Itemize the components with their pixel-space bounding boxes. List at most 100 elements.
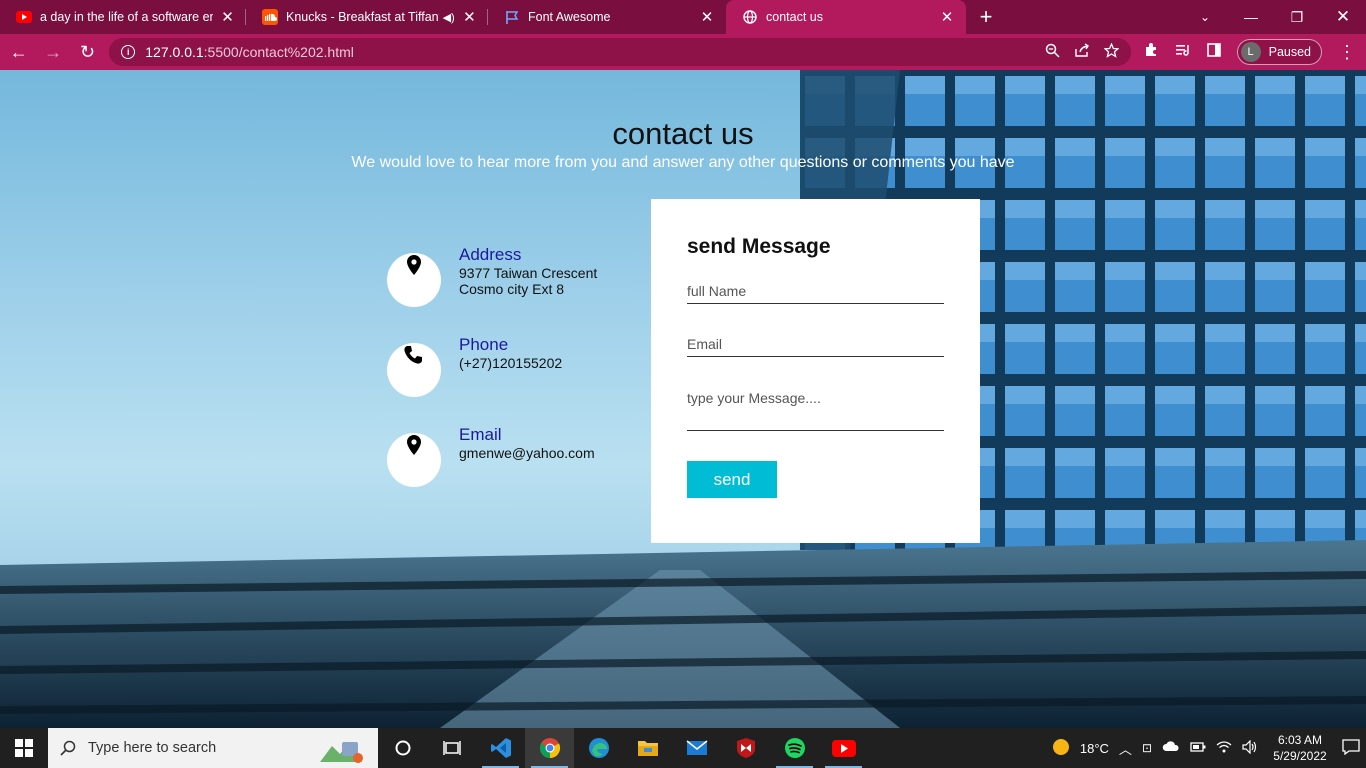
address-line-2: Cosmo city Ext 8 (459, 281, 565, 297)
tab-soundcloud[interactable]: Knucks - Breakfast at Tiffany ◀) ✕ (246, 0, 488, 34)
forward-button[interactable]: → (37, 36, 68, 68)
search-highlight-icon (320, 742, 363, 763)
system-tray: 18°C ︿ ⊡ 6:03 AM 5/29/2022 (1052, 728, 1366, 768)
browser-toolbar: ← → ↻ i 127.0.0.1:5500/contact%202.html (0, 34, 1366, 70)
file-explorer-icon[interactable] (623, 728, 672, 768)
soundcloud-icon (262, 9, 278, 25)
phone-value: (+27)120155202 (459, 355, 563, 371)
close-window-button[interactable]: ✕ (1320, 0, 1366, 34)
spotify-icon[interactable] (770, 728, 819, 768)
phone-label: Phone (459, 335, 509, 354)
address-label: Address (459, 245, 522, 264)
clock[interactable]: 6:03 AM 5/29/2022 (1268, 732, 1332, 764)
volume-icon[interactable] (1242, 739, 1258, 757)
clock-date: 5/29/2022 (1273, 749, 1327, 763)
globe-icon (742, 9, 758, 25)
tab-title: Knucks - Breakfast at Tiffany (286, 10, 439, 24)
windows-taskbar: Type here to search 18°C ︿ ⊡ 6:03 AM 5/2… (0, 728, 1366, 768)
contact-email: Email gmenwe@yahoo.com (387, 425, 595, 487)
address-icon-circle (387, 253, 441, 307)
share-icon[interactable] (1074, 43, 1090, 61)
email-label: Email (459, 425, 502, 444)
email-value: gmenwe@yahoo.com (459, 445, 595, 461)
mcafee-icon[interactable] (721, 728, 770, 768)
minimize-button[interactable]: — (1228, 0, 1274, 34)
flag-icon (504, 9, 520, 25)
phone-icon-circle (387, 343, 441, 397)
zoom-icon[interactable] (1045, 43, 1060, 61)
restore-button[interactable]: ❐ (1274, 0, 1320, 34)
edge-icon[interactable] (574, 728, 623, 768)
search-placeholder: Type here to search (88, 740, 217, 756)
notifications-icon[interactable] (1342, 738, 1360, 758)
side-panel-icon[interactable] (1206, 42, 1221, 62)
close-icon[interactable]: ✕ (461, 8, 478, 26)
address-line-1: 9377 Taiwan Crescent (459, 265, 598, 281)
profile-status: Paused (1268, 45, 1312, 59)
contact-address: Address 9377 Taiwan Crescent Cosmo city … (387, 245, 598, 307)
extensions-icon[interactable] (1143, 42, 1159, 63)
email-icon-circle (387, 433, 441, 487)
phone-icon (404, 346, 422, 364)
reload-button[interactable]: ↻ (72, 36, 103, 68)
search-icon (60, 740, 76, 756)
site-info-icon[interactable]: i (121, 45, 136, 59)
message-form: send Message send (651, 199, 980, 543)
tab-title: a day in the life of a software eng (40, 10, 214, 24)
tab-title: contact us (766, 10, 823, 24)
youtube-icon (16, 9, 32, 25)
window-controls: ⌄ — ❐ ✕ (1182, 0, 1366, 34)
taskbar-search-box[interactable]: Type here to search (48, 728, 378, 768)
wifi-icon[interactable] (1216, 740, 1232, 756)
task-view-icon[interactable] (427, 728, 476, 768)
meet-now-icon[interactable]: ⊡ (1142, 741, 1152, 755)
form-heading: send Message (687, 235, 831, 258)
clock-time: 6:03 AM (1277, 733, 1323, 747)
close-icon[interactable]: ✕ (219, 8, 236, 26)
url-path: :5500/contact%202.html (203, 44, 354, 60)
address-bar[interactable]: i 127.0.0.1:5500/contact%202.html (109, 38, 1131, 66)
tab-title: Font Awesome (528, 10, 611, 24)
profile-button[interactable]: L Paused (1236, 39, 1323, 65)
start-button[interactable] (0, 728, 48, 768)
bookmark-star-icon[interactable] (1102, 42, 1120, 61)
battery-icon[interactable] (1190, 741, 1206, 756)
page-title: contact us (612, 116, 754, 151)
message-field-wrap (687, 390, 944, 431)
youtube-app-icon[interactable] (819, 728, 868, 768)
email-field-wrap (687, 336, 944, 357)
location-pin-icon (407, 435, 421, 455)
back-button[interactable]: ← (3, 36, 34, 68)
full-name-field-wrap (687, 283, 944, 304)
weather-sun-icon[interactable] (1052, 738, 1070, 759)
vscode-icon[interactable] (476, 728, 525, 768)
message-textarea[interactable] (687, 390, 944, 426)
chevron-down-icon[interactable]: ⌄ (1182, 0, 1228, 34)
close-icon[interactable]: ✕ (938, 8, 956, 26)
avatar: L (1240, 42, 1261, 62)
cortana-icon[interactable] (378, 728, 427, 768)
windows-logo-icon (15, 739, 33, 757)
weather-temp[interactable]: 18°C (1080, 741, 1109, 756)
page-subtitle: We would love to hear more from you and … (351, 154, 1015, 171)
url-host: 127.0.0.1 (145, 44, 204, 60)
close-icon[interactable]: ✕ (698, 8, 716, 26)
menu-kebab-icon[interactable]: ⋮ (1338, 42, 1356, 63)
onedrive-cloud-icon[interactable] (1162, 741, 1180, 755)
media-queue-icon[interactable] (1175, 43, 1191, 62)
email-input[interactable] (687, 336, 944, 356)
tab-font-awesome[interactable]: Font Awesome ✕ (488, 0, 726, 34)
chrome-icon[interactable] (525, 728, 574, 768)
tab-strip: a day in the life of a software eng ✕ Kn… (0, 0, 1366, 34)
mail-icon[interactable] (672, 728, 721, 768)
new-tab-button[interactable]: + (966, 0, 1006, 34)
contact-phone: Phone (+27)120155202 (387, 335, 563, 397)
location-pin-icon (407, 255, 421, 275)
page-viewport: contact us We would love to hear more fr… (0, 70, 1366, 728)
speaker-icon[interactable]: ◀) (443, 11, 455, 24)
tab-youtube[interactable]: a day in the life of a software eng ✕ (0, 0, 246, 34)
tab-contact-us[interactable]: contact us ✕ (726, 0, 966, 34)
chevron-up-icon[interactable]: ︿ (1119, 739, 1132, 758)
send-button[interactable]: send (687, 461, 777, 498)
full-name-input[interactable] (687, 283, 944, 303)
